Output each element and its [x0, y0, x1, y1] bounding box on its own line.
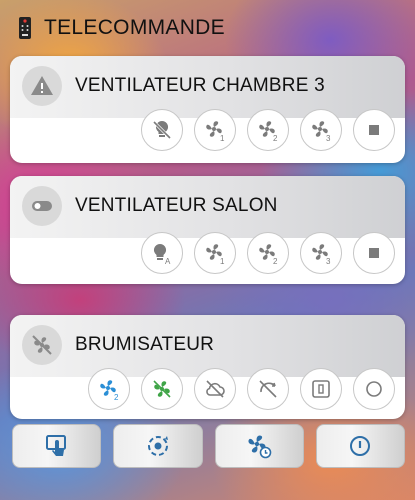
- page-title: TELECOMMANDE: [44, 16, 225, 39]
- touch-button[interactable]: [12, 424, 102, 468]
- timer-button[interactable]: [300, 368, 342, 410]
- fan-speed-3-button[interactable]: 3: [300, 232, 342, 274]
- power-icon: [350, 436, 371, 456]
- circle-icon: [366, 381, 382, 397]
- cloud-off-icon: [206, 380, 225, 398]
- timer-square-icon: [312, 380, 330, 398]
- fan-timer-button[interactable]: [214, 424, 304, 468]
- svg-text:1: 1: [220, 257, 225, 265]
- fan-off-icon[interactable]: [22, 325, 62, 365]
- fan-speed-1-icon: 1: [206, 244, 225, 265]
- header: TELECOMMANDE: [18, 14, 225, 42]
- light-auto-button[interactable]: A: [141, 232, 183, 274]
- fan-speed-2-blue-icon: 2: [100, 380, 119, 401]
- svg-text:2: 2: [273, 257, 278, 265]
- svg-text:1: 1: [220, 134, 225, 142]
- fan-speed-2-button[interactable]: 2: [88, 368, 130, 410]
- button-row: A 1 2 3: [10, 232, 405, 274]
- button-row: 2: [10, 368, 405, 410]
- remote-control-icon: [19, 17, 31, 39]
- fan-speed-3-button[interactable]: 3: [300, 109, 342, 151]
- svg-text:2: 2: [273, 134, 278, 142]
- fan-speed-1-button[interactable]: 1: [194, 109, 236, 151]
- fan-speed-1-icon: 1: [206, 121, 225, 142]
- fan-speed-2-button[interactable]: 2: [247, 109, 289, 151]
- fan-speed-2-icon: 2: [259, 121, 278, 142]
- button-row: 1 2 3: [10, 109, 405, 151]
- warning-icon[interactable]: [22, 66, 62, 106]
- svg-text:3: 3: [326, 134, 331, 142]
- card-header: VENTILATEUR SALON: [10, 176, 405, 238]
- fan-speed-2-icon: 2: [259, 244, 278, 265]
- bulb-auto-icon: A: [153, 243, 171, 265]
- bulb-off-icon: [152, 120, 172, 140]
- power-toggle-button[interactable]: [353, 368, 395, 410]
- card-title: VENTILATEUR CHAMBRE 3: [75, 75, 325, 96]
- toggle-icon[interactable]: [22, 186, 62, 226]
- card-ventilateur-chambre-3: VENTILATEUR CHAMBRE 3 1 2 3: [10, 56, 405, 163]
- touch-screen-icon: [45, 435, 66, 456]
- mist-off-button[interactable]: [194, 368, 236, 410]
- cycle-icon: [147, 436, 168, 456]
- fan-speed-2-button[interactable]: 2: [247, 232, 289, 274]
- swing-off-button[interactable]: [247, 368, 289, 410]
- mode-cycle-button[interactable]: [113, 424, 203, 468]
- fan-auto-green-icon: [153, 380, 171, 398]
- card-title: BRUMISATEUR: [75, 334, 215, 355]
- fan-auto-button[interactable]: [141, 368, 183, 410]
- card-ventilateur-salon: VENTILATEUR SALON A 1 2 3: [10, 176, 405, 284]
- light-off-button[interactable]: [141, 109, 183, 151]
- fan-speed-1-button[interactable]: 1: [194, 232, 236, 274]
- fan-clock-icon: [248, 435, 272, 459]
- svg-text:3: 3: [326, 257, 331, 265]
- stop-icon: [369, 125, 379, 135]
- svg-text:2: 2: [114, 393, 119, 401]
- stop-button[interactable]: [353, 232, 395, 274]
- stop-icon: [369, 248, 379, 258]
- card-brumisateur: BRUMISATEUR 2: [10, 315, 405, 419]
- svg-text:A: A: [165, 257, 171, 265]
- card-title: VENTILATEUR SALON: [75, 195, 278, 216]
- action-button-row: [12, 424, 405, 468]
- stop-button[interactable]: [353, 109, 395, 151]
- fan-speed-3-icon: 3: [312, 244, 331, 265]
- power-button[interactable]: [315, 424, 405, 468]
- swing-off-icon: [259, 380, 277, 398]
- fan-speed-3-icon: 3: [312, 121, 331, 142]
